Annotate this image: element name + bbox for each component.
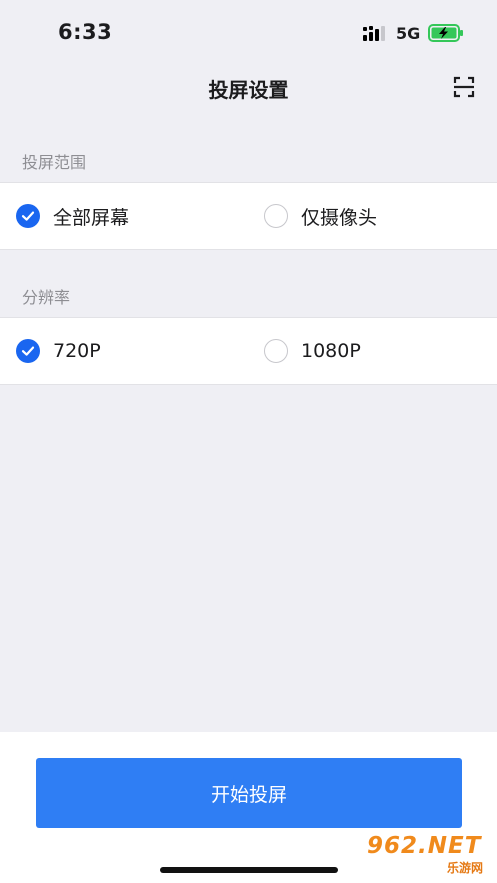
bottom-panel: 开始投屏 962.NET 乐游网 xyxy=(0,732,497,883)
checked-icon xyxy=(16,339,40,363)
home-indicator xyxy=(160,867,338,873)
screen-range-options: 全部屏幕 仅摄像头 xyxy=(0,182,497,250)
option-camera-only[interactable]: 仅摄像头 xyxy=(264,183,377,249)
watermark-logo: 962.NET 乐游网 xyxy=(361,831,491,879)
option-1080p[interactable]: 1080P xyxy=(264,318,361,384)
option-label: 仅摄像头 xyxy=(301,206,378,229)
status-time: 6:33 xyxy=(58,20,113,44)
option-label: 720P xyxy=(53,340,101,362)
resolution-options: 720P 1080P xyxy=(0,317,497,385)
unchecked-icon xyxy=(264,339,288,363)
checked-icon xyxy=(16,204,40,228)
option-720p[interactable]: 720P xyxy=(16,318,101,384)
signal-icon xyxy=(363,26,385,41)
scan-icon[interactable] xyxy=(453,76,475,98)
option-label: 1080P xyxy=(301,340,361,362)
unchecked-icon xyxy=(264,204,288,228)
nav-bar: 投屏设置 xyxy=(0,66,497,112)
start-casting-button[interactable]: 开始投屏 xyxy=(36,758,462,828)
resolution-header: 分辨率 xyxy=(22,288,71,307)
battery-charging-icon xyxy=(428,24,463,42)
status-bar: 6:33 5G xyxy=(0,0,497,66)
network-label: 5G xyxy=(396,24,421,43)
watermark-sub: 乐游网 xyxy=(446,861,483,875)
watermark-main: 962.NET xyxy=(367,833,482,859)
option-label: 全部屏幕 xyxy=(53,206,130,229)
option-full-screen[interactable]: 全部屏幕 xyxy=(16,183,129,249)
page-title: 投屏设置 xyxy=(208,78,289,102)
screen-range-header: 投屏范围 xyxy=(22,153,87,172)
